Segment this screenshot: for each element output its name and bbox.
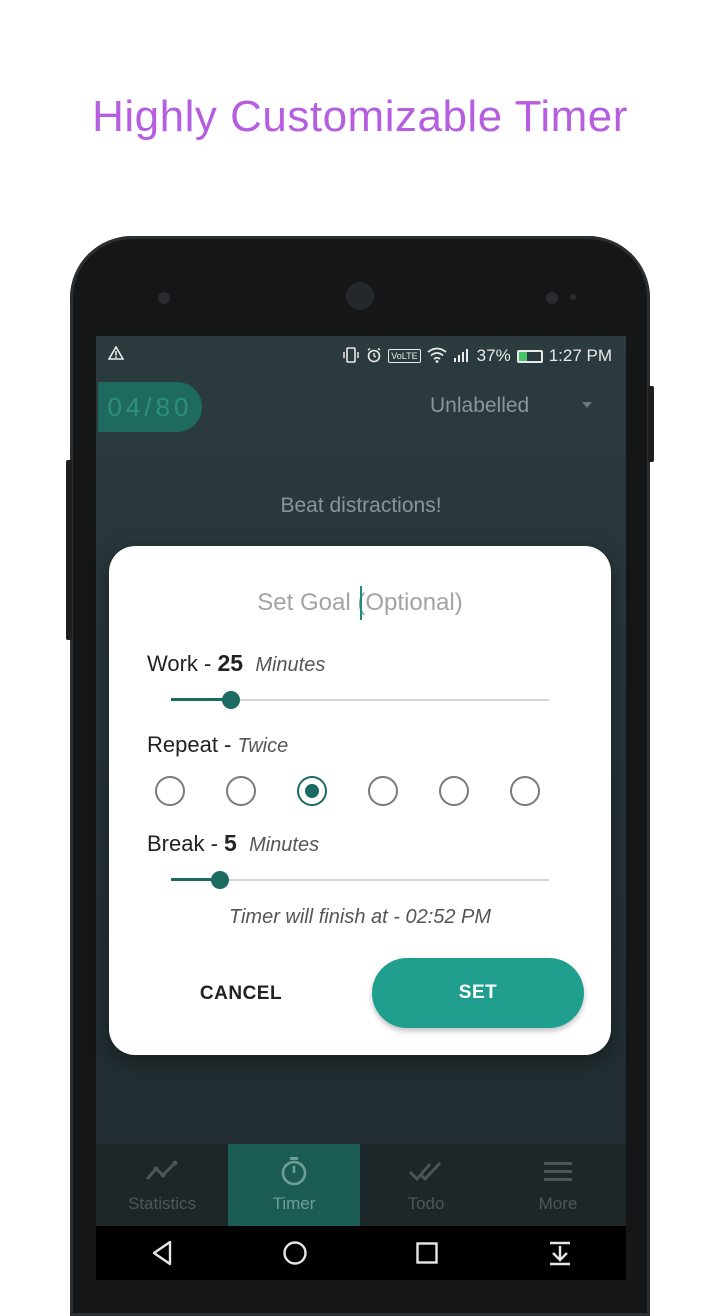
break-label-row: Break - 5 Minutes xyxy=(147,830,319,857)
proximity-sensor xyxy=(546,292,558,304)
work-label-row: Work - 25 Minutes xyxy=(147,650,325,677)
repeat-radio-5[interactable] xyxy=(439,776,469,806)
finish-time-text: Timer will finish at - 02:52 PM xyxy=(228,906,492,928)
nav-label-todo: Todo xyxy=(407,1194,445,1213)
repeat-value: Twice xyxy=(237,735,289,757)
repeat-radio-4[interactable] xyxy=(368,776,398,806)
recents-icon[interactable] xyxy=(407,1233,447,1273)
work-label: Work - xyxy=(147,651,218,676)
status-icons: VoLTE 37% 1:27 PM xyxy=(342,346,612,366)
status-bar: VoLTE 37% 1:27 PM xyxy=(96,336,626,376)
warning-icon xyxy=(107,345,125,364)
work-slider-thumb[interactable] xyxy=(222,691,241,709)
nav-item-more[interactable]: More xyxy=(492,1144,624,1226)
front-camera xyxy=(158,292,170,304)
bottom-navigation: Statistics Timer Todo More xyxy=(96,1144,626,1226)
label-selector[interactable]: Unlabelled xyxy=(430,394,529,418)
light-sensor xyxy=(570,294,576,300)
nav-item-todo[interactable]: Todo xyxy=(360,1144,492,1226)
volume-button xyxy=(66,460,72,640)
repeat-radio-3[interactable] xyxy=(297,776,327,806)
work-slider[interactable] xyxy=(171,688,549,712)
break-label: Break - xyxy=(147,831,225,856)
repeat-radio-1[interactable] xyxy=(155,776,185,806)
timer-settings-dialog: Work - 25 Minutes Repeat - Twice Break -… xyxy=(109,546,611,1055)
set-button[interactable]: SET xyxy=(372,958,584,1028)
battery-percent: 37% xyxy=(476,346,511,365)
chart-icon xyxy=(96,1156,228,1186)
work-unit: Minutes xyxy=(255,654,326,676)
earpiece-speaker xyxy=(346,282,374,310)
cancel-button[interactable]: CANCEL xyxy=(169,974,313,1014)
nav-label-more: More xyxy=(538,1194,578,1213)
volte-badge: VoLTE xyxy=(388,349,421,363)
power-button xyxy=(648,386,654,462)
repeat-radio-group xyxy=(155,776,547,808)
break-unit: Minutes xyxy=(249,834,320,856)
break-value: 5 xyxy=(224,830,237,856)
menu-icon xyxy=(492,1156,624,1186)
repeat-radio-6[interactable] xyxy=(510,776,540,806)
battery-fill xyxy=(518,351,527,361)
repeat-label-row: Repeat - Twice xyxy=(147,732,288,758)
double-check-icon xyxy=(360,1156,492,1186)
stopwatch-icon xyxy=(228,1156,360,1186)
nav-label-timer: Timer xyxy=(272,1194,316,1213)
repeat-label: Repeat - xyxy=(147,732,238,757)
back-icon[interactable] xyxy=(142,1233,182,1273)
repeat-radio-2[interactable] xyxy=(226,776,256,806)
break-slider-thumb[interactable] xyxy=(211,871,230,889)
nav-label-statistics: Statistics xyxy=(127,1194,197,1213)
text-cursor xyxy=(360,586,362,620)
nav-item-timer[interactable]: Timer xyxy=(228,1144,360,1226)
alarm-icon xyxy=(366,347,382,366)
work-value: 25 xyxy=(217,650,244,676)
system-navigation-bar xyxy=(96,1226,626,1280)
motto-text: Beat distractions! xyxy=(280,494,442,517)
home-icon[interactable] xyxy=(275,1233,315,1273)
break-slider[interactable] xyxy=(171,868,549,892)
vibrate-icon xyxy=(342,346,360,366)
status-time: 1:27 PM xyxy=(548,346,612,365)
nav-item-statistics[interactable]: Statistics xyxy=(96,1144,228,1226)
hide-navigation-icon[interactable] xyxy=(540,1233,580,1273)
session-counter[interactable]: 04/80 xyxy=(98,382,202,432)
chevron-down-icon[interactable] xyxy=(582,402,592,408)
wifi-icon xyxy=(427,347,447,366)
signal-icon xyxy=(453,348,471,365)
promo-headline: Highly Customizable Timer xyxy=(92,92,628,141)
battery-icon xyxy=(516,349,543,363)
